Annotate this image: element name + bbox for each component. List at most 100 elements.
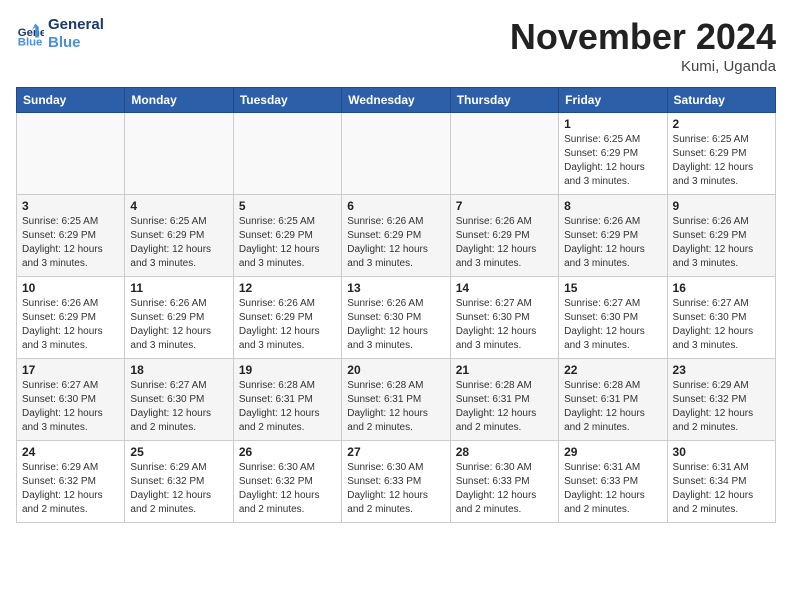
day-cell: 22 Sunrise: 6:28 AMSunset: 6:31 PMDayligh… [559, 359, 667, 441]
day-cell: 10 Sunrise: 6:26 AMSunset: 6:29 PMDayligh… [17, 277, 125, 359]
day-info: Sunrise: 6:26 AMSunset: 6:29 PMDaylight:… [456, 215, 553, 271]
day-info: Sunrise: 6:31 AMSunset: 6:34 PMDaylight:… [673, 461, 770, 517]
day-cell: 14 Sunrise: 6:27 AMSunset: 6:30 PMDayligh… [450, 277, 558, 359]
week-row-3: 17 Sunrise: 6:27 AMSunset: 6:30 PMDayligh… [17, 359, 776, 441]
day-number: 25 [130, 445, 227, 459]
day-info: Sunrise: 6:28 AMSunset: 6:31 PMDaylight:… [239, 379, 336, 435]
day-info: Sunrise: 6:28 AMSunset: 6:31 PMDaylight:… [347, 379, 444, 435]
header-sunday: Sunday [17, 88, 125, 113]
day-cell [450, 113, 558, 195]
day-number: 3 [22, 199, 119, 213]
day-number: 8 [564, 199, 661, 213]
day-cell: 27 Sunrise: 6:30 AMSunset: 6:33 PMDayligh… [342, 441, 450, 523]
day-number: 29 [564, 445, 661, 459]
day-info: Sunrise: 6:26 AMSunset: 6:29 PMDaylight:… [22, 297, 119, 353]
day-number: 22 [564, 363, 661, 377]
week-row-4: 24Sunrise: 6:29 AMSunset: 6:32 PMDayligh… [17, 441, 776, 523]
day-cell [233, 113, 341, 195]
day-info: Sunrise: 6:28 AMSunset: 6:31 PMDaylight:… [456, 379, 553, 435]
day-info: Sunrise: 6:30 AMSunset: 6:32 PMDaylight:… [239, 461, 336, 517]
day-cell: 6Sunrise: 6:26 AMSunset: 6:29 PMDaylight… [342, 195, 450, 277]
header-saturday: Saturday [667, 88, 775, 113]
day-number: 30 [673, 445, 770, 459]
day-number: 17 [22, 363, 119, 377]
day-cell: 28Sunrise: 6:30 AMSunset: 6:33 PMDayligh… [450, 441, 558, 523]
day-info: Sunrise: 6:29 AMSunset: 6:32 PMDaylight:… [22, 461, 119, 517]
day-cell: 9Sunrise: 6:26 AMSunset: 6:29 PMDaylight… [667, 195, 775, 277]
day-info: Sunrise: 6:25 AMSunset: 6:29 PMDaylight:… [564, 133, 661, 189]
page-header: General Blue General Blue November 2024 … [16, 16, 776, 75]
day-number: 21 [456, 363, 553, 377]
day-cell: 30 Sunrise: 6:31 AMSunset: 6:34 PMDayligh… [667, 441, 775, 523]
day-number: 12 [239, 281, 336, 295]
day-cell: 12Sunrise: 6:26 AMSunset: 6:29 PMDayligh… [233, 277, 341, 359]
header-tuesday: Tuesday [233, 88, 341, 113]
day-cell: 25Sunrise: 6:29 AMSunset: 6:32 PMDayligh… [125, 441, 233, 523]
week-row-0: 1 Sunrise: 6:25 AMSunset: 6:29 PMDaylight… [17, 113, 776, 195]
day-info: Sunrise: 6:25 AMSunset: 6:29 PMDaylight:… [673, 133, 770, 189]
logo-general: General [48, 16, 104, 34]
day-cell: 5 Sunrise: 6:25 AMSunset: 6:29 PMDaylight… [233, 195, 341, 277]
day-info: Sunrise: 6:25 AMSunset: 6:29 PMDaylight:… [130, 215, 227, 271]
day-cell: 16Sunrise: 6:27 AMSunset: 6:30 PMDayligh… [667, 277, 775, 359]
day-cell: 8 Sunrise: 6:26 AMSunset: 6:29 PMDaylight… [559, 195, 667, 277]
day-cell [342, 113, 450, 195]
week-row-1: 3 Sunrise: 6:25 AMSunset: 6:29 PMDaylight… [17, 195, 776, 277]
day-cell: 4 Sunrise: 6:25 AMSunset: 6:29 PMDaylight… [125, 195, 233, 277]
day-info: Sunrise: 6:27 AMSunset: 6:30 PMDaylight:… [130, 379, 227, 435]
day-cell: 1 Sunrise: 6:25 AMSunset: 6:29 PMDaylight… [559, 113, 667, 195]
day-cell: 29 Sunrise: 6:31 AMSunset: 6:33 PMDayligh… [559, 441, 667, 523]
day-info: Sunrise: 6:25 AMSunset: 6:29 PMDaylight:… [239, 215, 336, 271]
day-info: Sunrise: 6:27 AMSunset: 6:30 PMDaylight:… [22, 379, 119, 435]
day-cell: 15Sunrise: 6:27 AMSunset: 6:30 PMDayligh… [559, 277, 667, 359]
logo-blue: Blue [48, 34, 104, 52]
day-number: 16 [673, 281, 770, 295]
day-info: Sunrise: 6:25 AMSunset: 6:29 PMDaylight:… [22, 215, 119, 271]
day-cell: 18Sunrise: 6:27 AMSunset: 6:30 PMDayligh… [125, 359, 233, 441]
day-info: Sunrise: 6:30 AMSunset: 6:33 PMDaylight:… [456, 461, 553, 517]
day-info: Sunrise: 6:27 AMSunset: 6:30 PMDaylight:… [456, 297, 553, 353]
day-info: Sunrise: 6:27 AMSunset: 6:30 PMDaylight:… [564, 297, 661, 353]
day-number: 5 [239, 199, 336, 213]
day-number: 10 [22, 281, 119, 295]
calendar-header-row: SundayMondayTuesdayWednesdayThursdayFrid… [17, 88, 776, 113]
svg-text:Blue: Blue [18, 36, 43, 48]
day-number: 14 [456, 281, 553, 295]
day-info: Sunrise: 6:28 AMSunset: 6:31 PMDaylight:… [564, 379, 661, 435]
day-cell: 13Sunrise: 6:26 AMSunset: 6:30 PMDayligh… [342, 277, 450, 359]
day-info: Sunrise: 6:26 AMSunset: 6:29 PMDaylight:… [673, 215, 770, 271]
day-info: Sunrise: 6:31 AMSunset: 6:33 PMDaylight:… [564, 461, 661, 517]
day-number: 13 [347, 281, 444, 295]
calendar-table: SundayMondayTuesdayWednesdayThursdayFrid… [16, 87, 776, 523]
logo: General Blue General Blue [16, 16, 104, 52]
day-number: 1 [564, 117, 661, 131]
month-title: November 2024 [510, 16, 776, 58]
header-wednesday: Wednesday [342, 88, 450, 113]
day-number: 6 [347, 199, 444, 213]
day-info: Sunrise: 6:26 AMSunset: 6:29 PMDaylight:… [130, 297, 227, 353]
day-cell: 7 Sunrise: 6:26 AMSunset: 6:29 PMDaylight… [450, 195, 558, 277]
day-cell: 3 Sunrise: 6:25 AMSunset: 6:29 PMDaylight… [17, 195, 125, 277]
day-info: Sunrise: 6:30 AMSunset: 6:33 PMDaylight:… [347, 461, 444, 517]
day-cell [17, 113, 125, 195]
day-cell: 21 Sunrise: 6:28 AMSunset: 6:31 PMDayligh… [450, 359, 558, 441]
day-cell: 23Sunrise: 6:29 AMSunset: 6:32 PMDayligh… [667, 359, 775, 441]
day-number: 11 [130, 281, 227, 295]
week-row-2: 10 Sunrise: 6:26 AMSunset: 6:29 PMDayligh… [17, 277, 776, 359]
location-subtitle: Kumi, Uganda [510, 58, 776, 75]
day-cell: 26Sunrise: 6:30 AMSunset: 6:32 PMDayligh… [233, 441, 341, 523]
day-number: 2 [673, 117, 770, 131]
calendar-body: 1 Sunrise: 6:25 AMSunset: 6:29 PMDaylight… [17, 113, 776, 523]
day-cell: 24Sunrise: 6:29 AMSunset: 6:32 PMDayligh… [17, 441, 125, 523]
header-friday: Friday [559, 88, 667, 113]
day-number: 4 [130, 199, 227, 213]
day-info: Sunrise: 6:26 AMSunset: 6:29 PMDaylight:… [564, 215, 661, 271]
day-info: Sunrise: 6:29 AMSunset: 6:32 PMDaylight:… [673, 379, 770, 435]
day-cell: 17 Sunrise: 6:27 AMSunset: 6:30 PMDayligh… [17, 359, 125, 441]
day-cell: 11 Sunrise: 6:26 AMSunset: 6:29 PMDayligh… [125, 277, 233, 359]
day-number: 7 [456, 199, 553, 213]
day-number: 27 [347, 445, 444, 459]
day-cell: 2 Sunrise: 6:25 AMSunset: 6:29 PMDaylight… [667, 113, 775, 195]
title-block: November 2024 Kumi, Uganda [510, 16, 776, 75]
header-thursday: Thursday [450, 88, 558, 113]
